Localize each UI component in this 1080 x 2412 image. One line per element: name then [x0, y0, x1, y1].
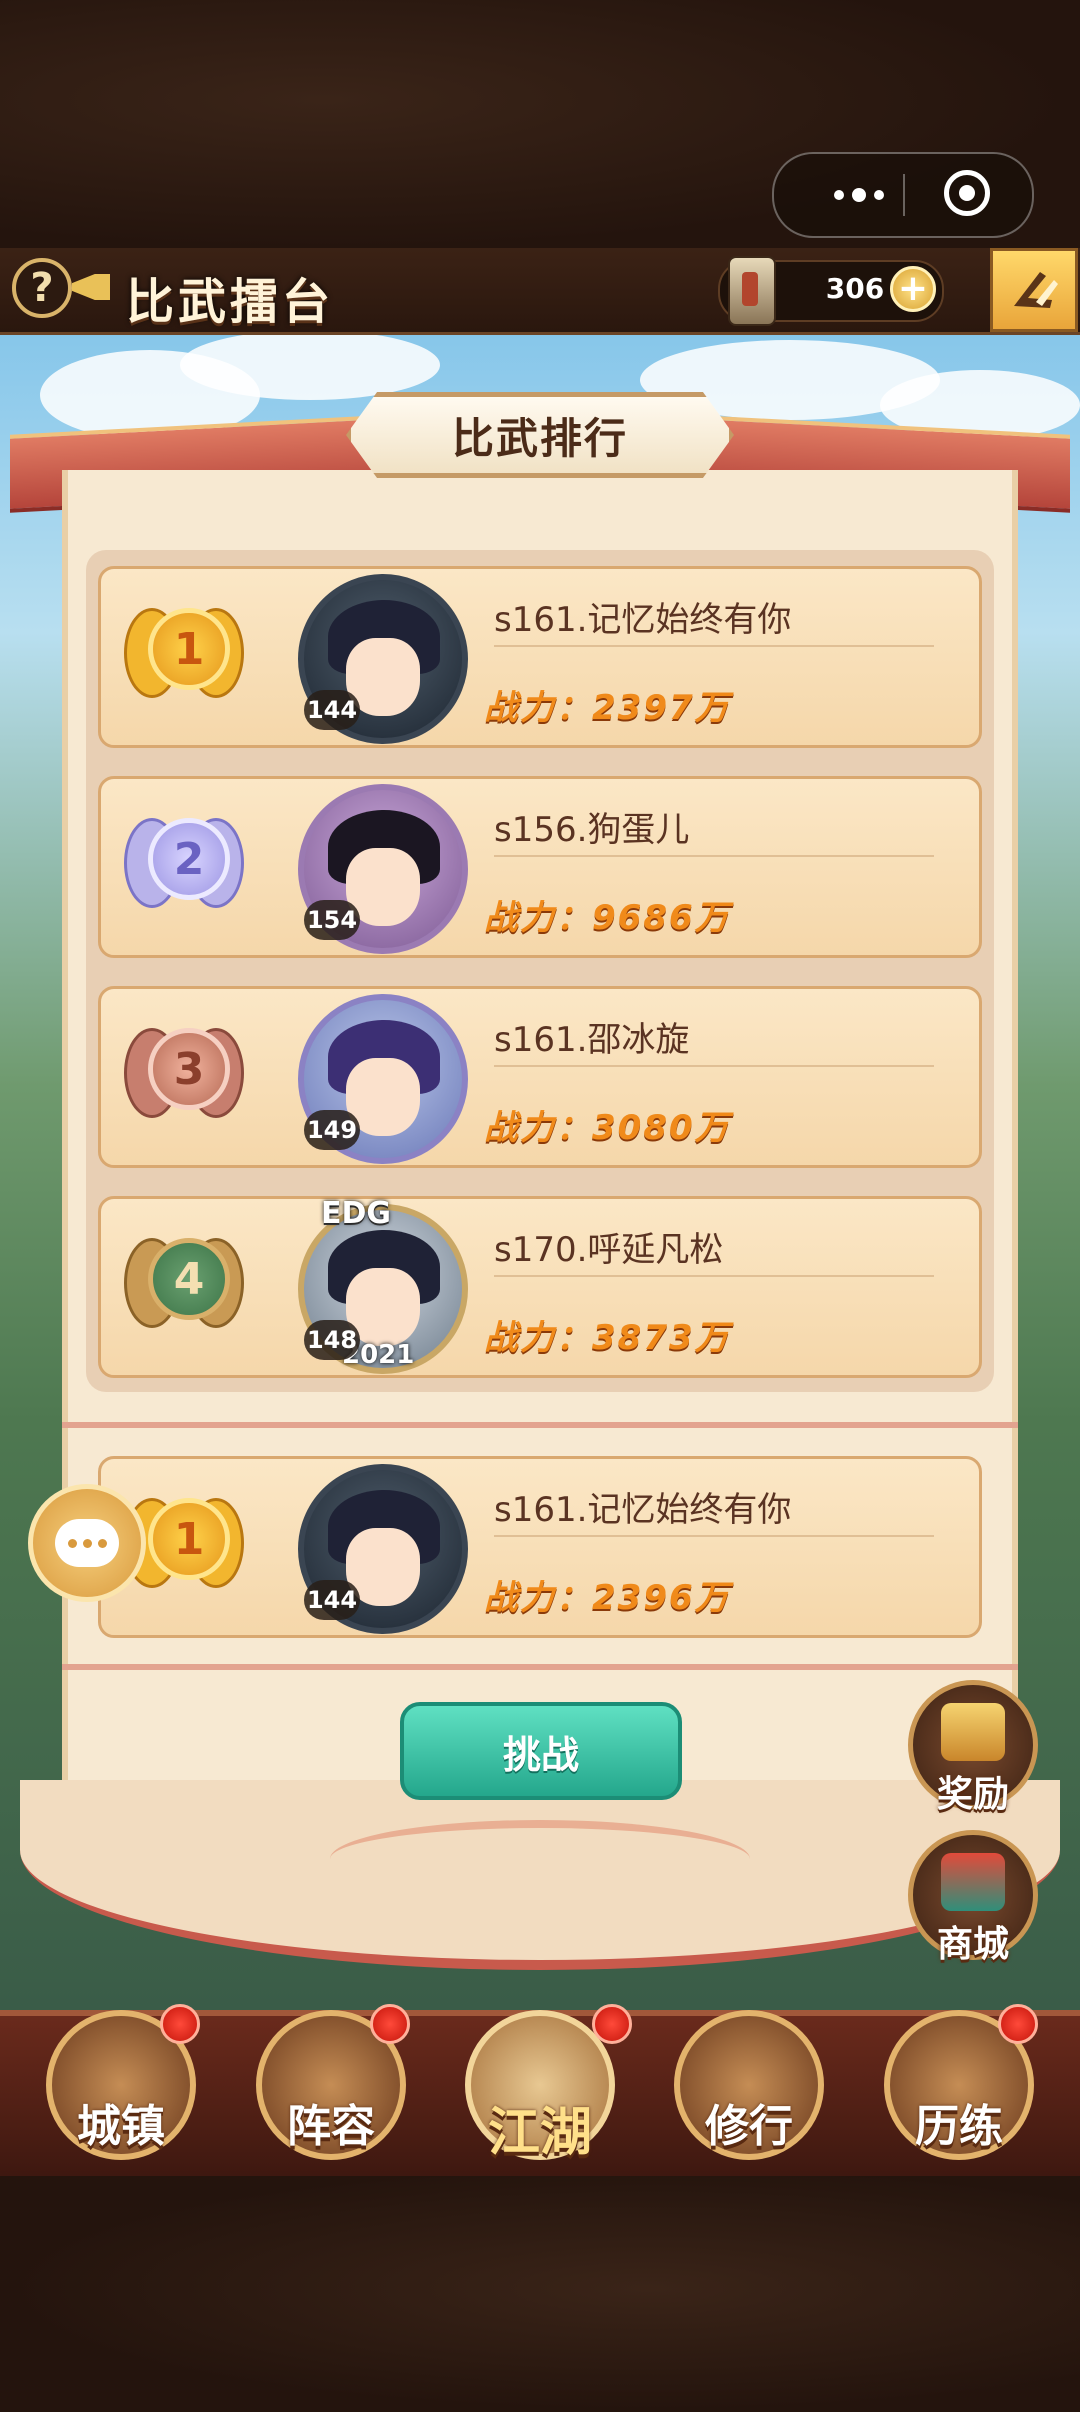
ranking-tab: 比武排行 [346, 392, 734, 478]
gold-medal-icon: 1 [124, 590, 244, 710]
reward-label: 奖励 [936, 1774, 1009, 1815]
name-divider [494, 855, 934, 857]
shop-icon [941, 1853, 1005, 1911]
help-button[interactable]: ? [12, 258, 72, 318]
name-divider [494, 645, 934, 647]
my-level: 144 [304, 1580, 360, 1620]
training-notification-badge [998, 2004, 1038, 2044]
add-resource-button[interactable]: + [890, 266, 936, 312]
name-divider [494, 1065, 934, 1067]
challenge-button[interactable]: 挑战 [400, 1702, 682, 1800]
jianghu-notification-badge [592, 2004, 632, 2044]
capsule-divider [903, 174, 905, 216]
nav-lineup-label: 阵容 [287, 2101, 375, 2152]
more-icon[interactable] [814, 154, 904, 236]
shop-label: 商城 [936, 1924, 1009, 1965]
chat-button[interactable] [28, 1484, 146, 1602]
name-divider [494, 1275, 934, 1277]
name-divider [494, 1535, 934, 1537]
player-name: s156.狗蛋儿 [494, 810, 690, 850]
bottom-background [0, 2165, 1080, 2412]
help-icon: ? [30, 265, 54, 311]
player-power: 战力：2397万 [484, 688, 731, 728]
section-divider [62, 1664, 1018, 1670]
ranking-tab-label: 比武排行 [451, 413, 628, 463]
nav-town-label: 城镇 [77, 2101, 165, 2152]
miniprogram-capsule [772, 152, 1034, 238]
rank-number: 1 [148, 1498, 230, 1580]
player-name: s161.邵冰旋 [494, 1020, 690, 1060]
rank-number: 4 [148, 1238, 230, 1320]
close-miniprogram-icon[interactable] [944, 170, 990, 216]
town-notification-badge [160, 2004, 200, 2044]
treasure-chest-icon [941, 1703, 1005, 1761]
bronze-medal-icon: 3 [124, 1010, 244, 1130]
player-power: 战力：9686万 [484, 898, 731, 938]
player-power: 战力：3080万 [484, 1108, 731, 1148]
chat-bubble-icon [55, 1519, 119, 1567]
lineup-notification-badge [370, 2004, 410, 2044]
back-button[interactable] [990, 248, 1078, 332]
player-name: s170.呼延凡松 [494, 1230, 724, 1270]
page-title: 比武擂台 [126, 274, 335, 330]
challenge-token-icon [728, 256, 776, 326]
player-level: 154 [304, 900, 360, 940]
rank-number: 2 [148, 818, 230, 900]
rank-number: 3 [148, 1028, 230, 1110]
my-power: 战力：2396万 [484, 1578, 731, 1618]
player-level: 148 [304, 1320, 360, 1360]
player-level: 144 [304, 690, 360, 730]
nav-training-label: 历练 [915, 2101, 1003, 2152]
avatar-frame-badge: EDG [320, 1196, 392, 1231]
panel-ornament [330, 1820, 750, 1898]
rank-4-medal-icon: 4 [124, 1220, 244, 1340]
nav-jianghu-label: 江湖 [487, 2103, 592, 2163]
section-divider [62, 1422, 1018, 1428]
back-arrow-icon [1014, 272, 1058, 308]
player-level: 149 [304, 1110, 360, 1150]
player-power: 战力：3873万 [484, 1318, 731, 1358]
resource-count: 306 [825, 272, 885, 305]
player-name: s161.记忆始终有你 [494, 600, 792, 640]
nav-cultivation-label: 修行 [705, 2101, 793, 2152]
my-name: s161.记忆始终有你 [494, 1490, 792, 1530]
silver-medal-icon: 2 [124, 800, 244, 920]
plus-icon: + [897, 268, 929, 309]
rank-number: 1 [148, 608, 230, 690]
